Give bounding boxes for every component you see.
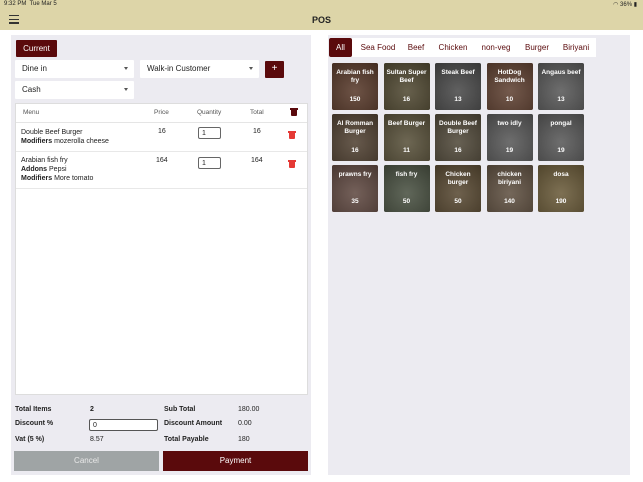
customer-select[interactable]: Walk-in Customer	[140, 60, 259, 78]
product-name: two idly	[497, 120, 522, 127]
product-name: fish fry	[395, 171, 418, 178]
total-payable-label: Total Payable	[164, 436, 209, 443]
page-title: POS	[311, 15, 331, 25]
tab-chicken[interactable]: Chicken	[435, 38, 471, 57]
product-name: Beef Burger	[387, 120, 426, 127]
cart-item-price: 16	[158, 128, 166, 135]
tab-beef[interactable]: Beef	[404, 38, 428, 57]
tab-all[interactable]: All	[329, 38, 352, 57]
cart-row: Double Beef Burger Modifiers mozerolla c…	[16, 123, 307, 152]
cart-row: Arabian fish fry Addons Pepsi Modifiers …	[16, 152, 307, 189]
product-tile[interactable]: Sultan Super Beef 16	[383, 63, 430, 110]
cart-table: Menu Price Quantity Total Double Beef Bu…	[15, 103, 308, 395]
quantity-input[interactable]: 1	[198, 157, 221, 169]
header-quantity: Quantity	[197, 109, 222, 116]
product-price: 140	[504, 198, 515, 205]
product-tile[interactable]: Angaus beef 13	[538, 63, 584, 110]
category-tabs: All Sea Food Beef Chicken non-veg Burger…	[329, 38, 596, 57]
chevron-down-icon	[124, 88, 128, 91]
vat-label: Vat (5 %)	[15, 436, 45, 443]
product-name: dosa	[553, 171, 569, 178]
tab-non-veg[interactable]: non-veg	[478, 38, 514, 57]
sub-total-label: Sub Total	[164, 406, 196, 413]
product-name: Steak Beef	[441, 69, 475, 76]
product-name: Double Beef Burger	[439, 120, 477, 135]
product-tile[interactable]: dosa 190	[538, 165, 584, 212]
product-name: Sultan Super Beef	[386, 69, 427, 84]
status-battery: ◠ 36% ▮	[613, 2, 637, 8]
discount-amount-label: Discount Amount	[164, 420, 223, 427]
product-name: Chicken burger	[445, 171, 471, 186]
clear-all-trash-icon[interactable]	[290, 108, 298, 116]
product-name: prawns fry	[338, 171, 372, 178]
delete-item-trash-icon[interactable]	[288, 160, 296, 168]
product-tile[interactable]: Al Romman Burger 16	[332, 114, 378, 161]
product-name: HotDog Sandwich	[494, 69, 525, 84]
product-name: Arabian fish fry	[336, 69, 374, 84]
product-tile[interactable]: chicken biriyani 140	[486, 165, 533, 212]
total-items-label: Total Items	[15, 406, 52, 413]
product-tile[interactable]: pongal 19	[538, 114, 584, 161]
product-tile[interactable]: HotDog Sandwich 10	[486, 63, 533, 110]
product-price: 19	[505, 147, 514, 154]
product-name: pongal	[550, 120, 572, 127]
product-price: 190	[555, 198, 567, 205]
nav-bar: POS	[0, 10, 643, 30]
tab-burger[interactable]: Burger	[521, 38, 553, 57]
product-tile[interactable]: Steak Beef 13	[435, 63, 481, 110]
order-type-select[interactable]: Dine in	[15, 60, 134, 78]
product-name: Angaus beef	[541, 69, 581, 76]
payment-method-select[interactable]: Cash	[15, 81, 134, 99]
delete-item-trash-icon[interactable]	[288, 131, 296, 139]
discount-label: Discount %	[15, 420, 54, 427]
current-button[interactable]: Current	[16, 40, 57, 57]
product-price: 16	[454, 147, 462, 154]
total-items-value: 2	[90, 406, 94, 413]
product-name: chicken biriyani	[497, 171, 522, 186]
status-bar: 9:32 PM Tue Mar 5 ◠ 36% ▮	[0, 0, 643, 10]
tab-biriyani[interactable]: Biriyani	[560, 38, 592, 57]
product-price: 13	[557, 96, 565, 103]
product-price: 16	[402, 96, 411, 103]
product-price: 19	[557, 147, 565, 154]
product-price: 10	[505, 96, 514, 103]
tab-sea-food[interactable]: Sea Food	[358, 38, 398, 57]
header-menu: Menu	[23, 109, 40, 116]
status-time: 9:32 PM Tue Mar 5	[4, 1, 57, 7]
cancel-button[interactable]: Cancel	[14, 451, 159, 471]
add-customer-button[interactable]: +	[265, 61, 284, 78]
discount-input[interactable]: 0	[89, 419, 158, 431]
quantity-input[interactable]: 1	[198, 127, 221, 139]
discount-amount-value: 0.00	[238, 420, 252, 427]
product-tile[interactable]: Beef Burger 11	[383, 114, 430, 161]
cart-item-price: 164	[156, 157, 168, 164]
cart-item-total: 164	[251, 157, 263, 164]
vat-value: 8.57	[90, 436, 104, 443]
product-name: Al Romman Burger	[336, 120, 374, 135]
product-tile[interactable]: two idly 19	[486, 114, 533, 161]
cart-item-name: Arabian fish fry Addons Pepsi Modifiers …	[21, 157, 94, 182]
cart-item-name: Double Beef Burger Modifiers mozerolla c…	[21, 129, 109, 145]
product-tile[interactable]: Double Beef Burger 16	[435, 114, 481, 161]
header-total: Total	[250, 109, 264, 116]
chevron-down-icon	[249, 67, 253, 70]
product-price: 35	[351, 198, 359, 205]
chevron-down-icon	[124, 67, 128, 70]
product-price: 50	[402, 198, 411, 205]
cart-header: Menu Price Quantity Total	[16, 104, 307, 123]
product-price: 150	[349, 96, 361, 103]
cart-item-total: 16	[253, 128, 261, 135]
product-price: 11	[403, 147, 410, 154]
product-tile[interactable]: prawns fry 35	[332, 165, 378, 212]
product-tile[interactable]: Chicken burger 50	[435, 165, 481, 212]
product-tile[interactable]: fish fry 50	[383, 165, 430, 212]
product-price: 50	[454, 198, 462, 205]
product-tile[interactable]: Arabian fish fry 150	[332, 63, 378, 110]
sub-total-value: 180.00	[238, 406, 260, 413]
total-payable-value: 180	[238, 436, 250, 443]
payment-button[interactable]: Payment	[163, 451, 308, 471]
header-price: Price	[154, 109, 169, 116]
product-price: 16	[351, 147, 359, 154]
product-price: 13	[454, 96, 462, 103]
